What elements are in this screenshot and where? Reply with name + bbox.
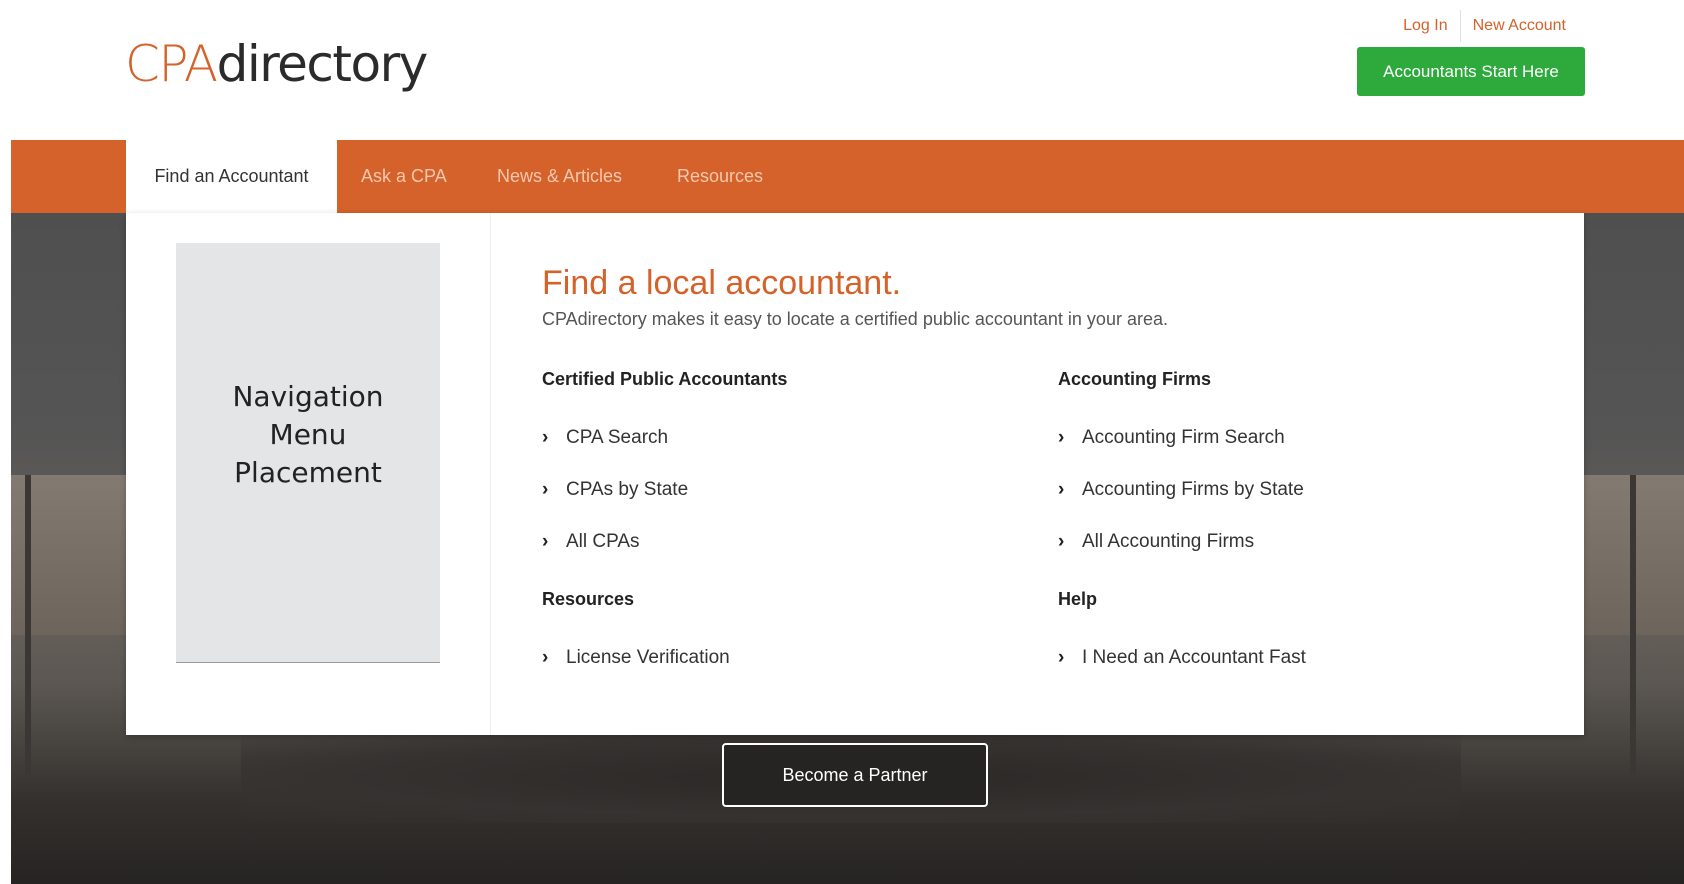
- menu-link-label: License Verification: [566, 647, 730, 668]
- menu-link-license-verification[interactable]: › License Verification: [542, 646, 1002, 670]
- menu-title: Find a local accountant.: [542, 264, 902, 302]
- menu-link-firms-by-state[interactable]: › Accounting Firms by State: [1058, 478, 1518, 502]
- panel-divider: [490, 213, 491, 735]
- menu-link-accountant-fast[interactable]: › I Need an Accountant Fast: [1058, 646, 1518, 670]
- placeholder-label: Navigation Menu Placement: [232, 379, 384, 489]
- menu-link-all-firms[interactable]: › All Accounting Firms: [1058, 530, 1518, 554]
- hero-window-mullion: [25, 475, 31, 775]
- section-heading-help: Help: [1058, 589, 1098, 609]
- chevron-right-icon: ›: [1058, 479, 1065, 500]
- menu-link-label: Accounting Firm Search: [1082, 427, 1285, 448]
- tab-ask-cpa[interactable]: Ask a CPA: [361, 140, 447, 213]
- mega-menu-panel: Navigation Menu Placement Find a local a…: [126, 213, 1584, 735]
- chevron-right-icon: ›: [542, 427, 549, 448]
- hero-window-mullion: [1630, 475, 1636, 775]
- menu-link-firm-search[interactable]: › Accounting Firm Search: [1058, 426, 1518, 450]
- section-heading-firms: Accounting Firms: [1058, 369, 1212, 389]
- become-partner-button[interactable]: Become a Partner: [722, 743, 988, 807]
- chevron-right-icon: ›: [542, 647, 549, 668]
- tab-find-accountant[interactable]: Find an Accountant: [126, 140, 337, 213]
- logo-cpa-text: CPA: [125, 35, 218, 93]
- new-account-link[interactable]: New Account: [1461, 16, 1578, 36]
- section-heading-cpas: Certified Public Accountants: [542, 369, 788, 389]
- chevron-right-icon: ›: [1058, 531, 1065, 552]
- login-link[interactable]: Log In: [1391, 16, 1459, 36]
- menu-column-left: Certified Public Accountants › CPA Search…: [542, 368, 1002, 670]
- site-logo[interactable]: CPAdirectory: [125, 34, 429, 94]
- accountants-start-here-button[interactable]: Accountants Start Here: [1357, 47, 1585, 96]
- chevron-right-icon: ›: [542, 531, 549, 552]
- main-nav: Find an Accountant Ask a CPA News & Arti…: [11, 140, 1684, 213]
- mega-menu-content: Find a local accountant. CPAdirectory ma…: [542, 263, 1542, 668]
- menu-link-cpas-by-state[interactable]: › CPAs by State: [542, 478, 1002, 502]
- tab-news-articles[interactable]: News & Articles: [497, 140, 622, 213]
- menu-link-all-cpas[interactable]: › All CPAs: [542, 530, 1002, 554]
- chevron-right-icon: ›: [1058, 647, 1065, 668]
- menu-link-label: Accounting Firms by State: [1082, 479, 1304, 500]
- menu-link-cpa-search[interactable]: › CPA Search: [542, 426, 1002, 450]
- menu-link-label: CPAs by State: [566, 479, 689, 500]
- menu-subtitle: CPAdirectory makes it easy to locate a c…: [542, 309, 1168, 329]
- navigation-menu-placeholder: Navigation Menu Placement: [176, 243, 440, 663]
- section-heading-resources: Resources: [542, 589, 635, 609]
- menu-link-label: All Accounting Firms: [1082, 531, 1255, 552]
- chevron-right-icon: ›: [542, 479, 549, 500]
- account-links: Log In New Account: [1391, 10, 1578, 42]
- menu-link-label: CPA Search: [566, 427, 669, 448]
- tab-resources[interactable]: Resources: [677, 140, 763, 213]
- menu-link-label: All CPAs: [566, 531, 640, 552]
- chevron-right-icon: ›: [1058, 427, 1065, 448]
- menu-column-right: Accounting Firms › Accounting Firm Search…: [1058, 368, 1518, 670]
- site-header: CPAdirectory Log In New Account Accounta…: [0, 0, 1684, 140]
- menu-link-label: I Need an Accountant Fast: [1082, 647, 1306, 668]
- logo-directory-text: directory: [216, 35, 429, 93]
